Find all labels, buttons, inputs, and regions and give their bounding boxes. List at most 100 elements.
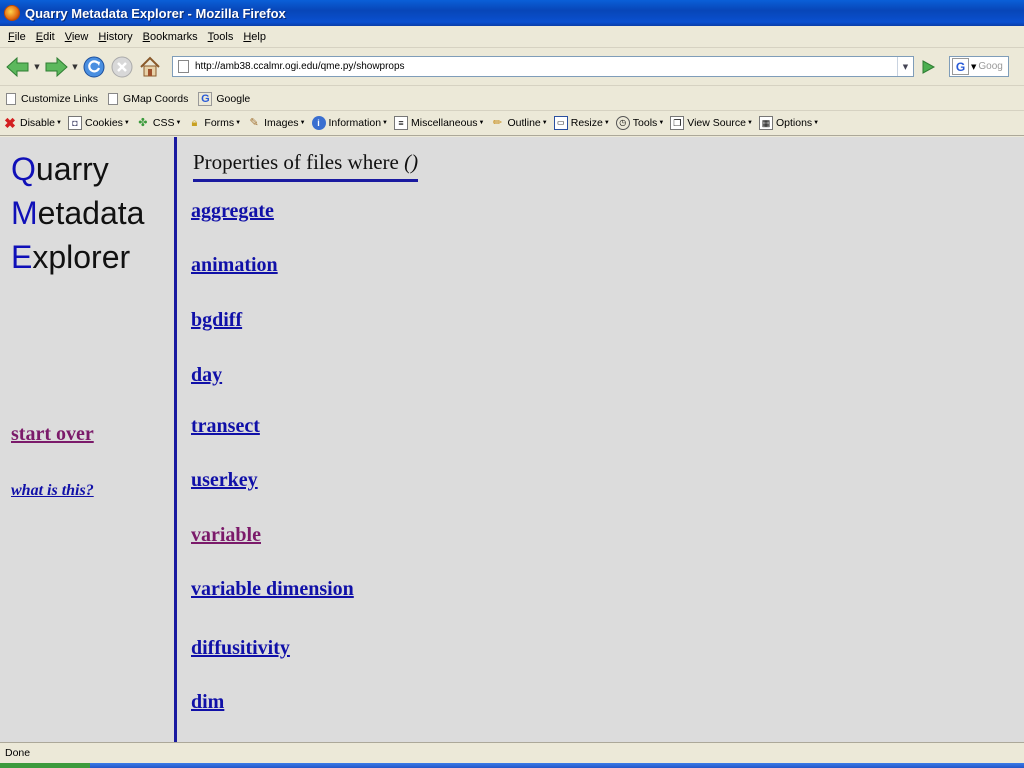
property-link[interactable]: userkey bbox=[191, 466, 258, 494]
dev-options-menu[interactable]: ▦ Options ▼ bbox=[758, 116, 820, 130]
status-bar: Done bbox=[0, 742, 1024, 763]
dev-cookies-menu[interactable]: ◘ Cookies ▼ bbox=[67, 116, 130, 130]
dev-outline-menu[interactable]: ✏︎ Outline ▼ bbox=[491, 116, 548, 130]
info-icon: i bbox=[311, 116, 326, 130]
menu-bookmarks[interactable]: Bookmarks bbox=[138, 31, 203, 43]
address-bar[interactable]: http://amb38.ccalmr.ogi.edu/qme.py/showp… bbox=[172, 56, 914, 77]
web-developer-toolbar: ✖ Disable ▼ ◘ Cookies ▼ ✤ CSS ▼ 🔒︎ Forms ▼ ✎… bbox=[0, 111, 1024, 136]
navigation-toolbar: ▼ ▼ http://amb38.ccalmr.ogi.edu/qme.py/s… bbox=[0, 48, 1024, 86]
search-box[interactable]: G ▼ Goog bbox=[949, 56, 1009, 77]
start-over-link[interactable]: start over bbox=[11, 423, 94, 446]
list-icon: ≡ bbox=[394, 116, 408, 130]
bookmark-label: GMap Coords bbox=[123, 92, 189, 105]
caret-down-icon: ▼ bbox=[382, 120, 388, 126]
go-button[interactable] bbox=[917, 56, 939, 78]
dev-menu-label: CSS bbox=[152, 117, 175, 129]
home-button[interactable] bbox=[136, 53, 164, 81]
dev-miscellaneous-menu[interactable]: ≡ Miscellaneous ▼ bbox=[394, 116, 485, 130]
search-engine-dropdown[interactable]: ▼ bbox=[971, 63, 976, 71]
stop-button[interactable] bbox=[108, 53, 136, 81]
sidebar: Quarry Metadata Explorer start over what… bbox=[0, 137, 177, 742]
address-dropdown[interactable]: ▼ bbox=[897, 57, 913, 76]
logo-line-quarry: Quarry bbox=[11, 147, 144, 191]
page-icon bbox=[178, 60, 189, 73]
property-link[interactable]: variable bbox=[191, 521, 261, 549]
dev-resize-menu[interactable]: ▭ Resize ▼ bbox=[553, 116, 610, 130]
logo-cap: E bbox=[11, 239, 33, 275]
start-button[interactable] bbox=[0, 763, 90, 768]
list-item: variable dimension bbox=[191, 575, 354, 603]
back-history-dropdown[interactable]: ▼ bbox=[32, 53, 42, 81]
dev-menu-label: Images bbox=[264, 117, 299, 129]
caret-down-icon: ▼ bbox=[478, 120, 485, 126]
property-link[interactable]: transect bbox=[191, 412, 260, 440]
dev-menu-label: Outline bbox=[507, 117, 541, 129]
dev-menu-label: Cookies bbox=[84, 117, 123, 129]
list-item: day bbox=[191, 361, 222, 389]
menubar: File Edit View History Bookmarks Tools H… bbox=[0, 26, 1024, 48]
list-item: animation bbox=[191, 251, 278, 279]
google-engine-icon[interactable]: G bbox=[952, 58, 969, 75]
dev-disable-menu[interactable]: ✖ Disable ▼ bbox=[3, 116, 62, 130]
google-icon: G bbox=[198, 91, 213, 106]
bookmarks-toolbar: Customize Links GMap Coords G Google bbox=[0, 87, 1024, 111]
page-content: Quarry Metadata Explorer start over what… bbox=[0, 137, 1024, 742]
dev-tools-menu[interactable]: ◷ Tools ▼ bbox=[615, 116, 664, 130]
caret-down-icon: ▼ bbox=[603, 120, 610, 126]
list-item: userkey bbox=[191, 466, 258, 494]
list-item: bgdiff bbox=[191, 306, 242, 334]
menu-file[interactable]: File bbox=[3, 31, 31, 43]
lock-icon: 🔒︎ bbox=[191, 116, 198, 129]
property-link[interactable]: bgdiff bbox=[191, 306, 242, 334]
red-x-icon: ✖ bbox=[4, 115, 16, 131]
dev-menu-label: Options bbox=[775, 117, 813, 129]
window-title: Quarry Metadata Explorer - Mozilla Firef… bbox=[25, 5, 286, 21]
address-input[interactable]: http://amb38.ccalmr.ogi.edu/qme.py/showp… bbox=[195, 61, 897, 72]
forward-history-dropdown[interactable]: ▼ bbox=[70, 53, 80, 81]
home-icon bbox=[140, 56, 160, 76]
property-link[interactable]: diffusitivity bbox=[191, 634, 290, 662]
what-is-this-link[interactable]: what is this? bbox=[11, 482, 94, 500]
menu-view[interactable]: View bbox=[60, 31, 94, 43]
menu-edit[interactable]: Edit bbox=[31, 31, 60, 43]
dev-menu-label: View Source bbox=[687, 117, 747, 129]
search-input[interactable]: Goog bbox=[978, 61, 1002, 72]
dev-view-source-menu[interactable]: ❐ View Source ▼ bbox=[670, 116, 753, 130]
site-logo: Quarry Metadata Explorer bbox=[11, 147, 144, 279]
property-link[interactable]: dim bbox=[191, 688, 224, 716]
go-arrow-icon bbox=[922, 59, 936, 74]
clock-icon: ◷ bbox=[615, 116, 630, 130]
property-link[interactable]: day bbox=[191, 361, 222, 389]
caret-down-icon: ▼ bbox=[541, 120, 548, 126]
dev-information-menu[interactable]: i Information ▼ bbox=[311, 116, 388, 130]
dev-menu-label: Tools bbox=[632, 117, 658, 129]
menu-help[interactable]: Help bbox=[238, 31, 271, 43]
caret-down-icon: ▼ bbox=[813, 120, 820, 126]
dev-forms-menu[interactable]: 🔒︎ Forms ▼ bbox=[187, 116, 241, 130]
dev-menu-label: Disable bbox=[20, 117, 56, 129]
bookmark-gmap-coords[interactable]: GMap Coords bbox=[108, 92, 189, 105]
caret-down-icon: ▼ bbox=[175, 120, 182, 126]
caret-down-icon: ▼ bbox=[56, 120, 62, 126]
menu-tools[interactable]: Tools bbox=[203, 31, 239, 43]
dev-menu-label: Resize bbox=[570, 117, 603, 129]
bookmark-google[interactable]: G Google bbox=[198, 91, 250, 106]
property-link[interactable]: aggregate bbox=[191, 197, 274, 225]
property-link[interactable]: animation bbox=[191, 251, 278, 279]
list-item: diffusitivity bbox=[191, 634, 290, 662]
menu-history[interactable]: History bbox=[93, 31, 137, 43]
caret-down-icon: ▼ bbox=[299, 120, 306, 126]
bookmark-customize-links[interactable]: Customize Links bbox=[6, 92, 98, 105]
dev-images-menu[interactable]: ✎ Images ▼ bbox=[247, 116, 306, 130]
dev-css-menu[interactable]: ✤ CSS ▼ bbox=[136, 116, 182, 130]
reload-button[interactable] bbox=[80, 53, 108, 81]
forward-button[interactable] bbox=[42, 53, 70, 81]
heading-text: Properties of files where bbox=[193, 150, 405, 174]
list-item: dim bbox=[191, 688, 224, 716]
back-button[interactable] bbox=[4, 53, 32, 81]
status-text: Done bbox=[5, 747, 31, 759]
firefox-icon bbox=[4, 5, 20, 21]
logo-line-metadata: Metadata bbox=[11, 191, 144, 235]
property-link[interactable]: variable dimension bbox=[191, 575, 354, 603]
window-titlebar[interactable]: Quarry Metadata Explorer - Mozilla Firef… bbox=[0, 0, 1024, 26]
